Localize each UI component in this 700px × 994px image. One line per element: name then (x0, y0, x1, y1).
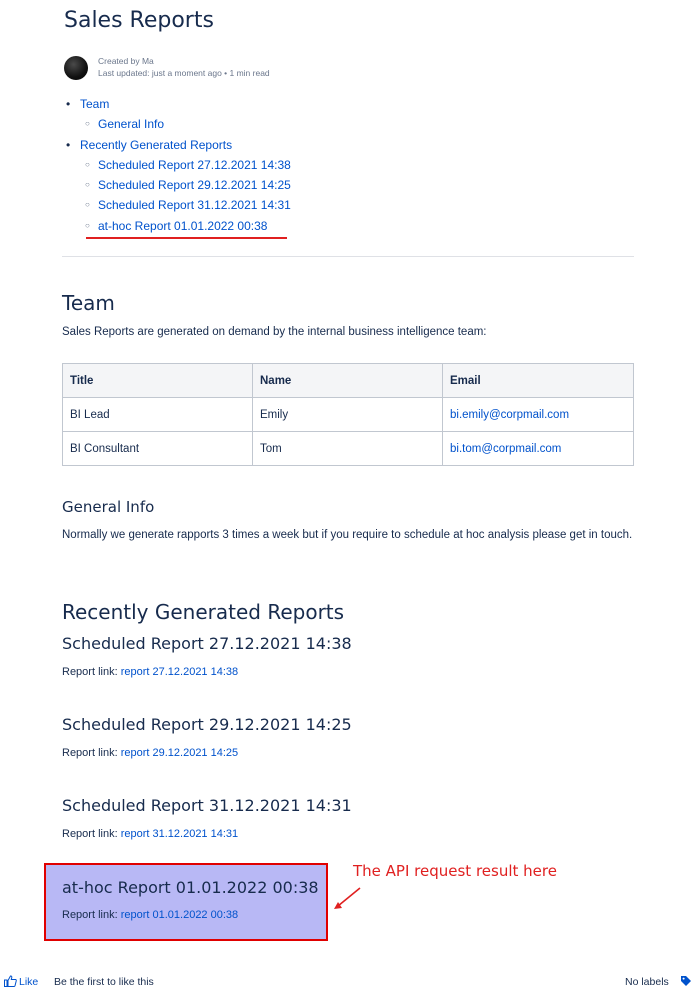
tag-icon[interactable] (680, 975, 692, 987)
table-header-row: Title Name Email (62, 363, 634, 398)
cell-name: Tom (252, 431, 443, 466)
team-table: Title Name Email BI Lead Emily bi.emily@… (62, 363, 634, 466)
cell-title: BI Consultant (62, 431, 253, 466)
annotation-text: The API request result here (353, 862, 557, 880)
report-link[interactable]: report 27.12.2021 14:38 (121, 666, 238, 678)
report-link-label: Report link: (62, 828, 121, 840)
report-link[interactable]: report 29.12.2021 14:25 (121, 747, 238, 759)
general-info-heading: General Info (62, 498, 155, 516)
report-link-label: Report link: (62, 747, 121, 759)
team-heading: Team (62, 291, 115, 315)
report-heading-highlighted: at-hoc Report 01.01.2022 00:38 (62, 878, 319, 897)
cell-title: BI Lead (62, 397, 253, 432)
divider (62, 256, 634, 257)
created-by: Created by Ma (98, 56, 154, 66)
report-link[interactable]: report 31.12.2021 14:31 (121, 828, 238, 840)
last-updated: Last updated: just a moment ago • 1 min … (98, 68, 270, 78)
header-title: Title (62, 363, 253, 398)
report-link-label: Report link: (62, 666, 121, 678)
report-link-line: Report link: report 31.12.2021 14:31 (62, 828, 238, 840)
email-link[interactable]: bi.emily@corpmail.com (450, 409, 569, 421)
cell-name: Emily (252, 397, 443, 432)
toc-link-recent-reports[interactable]: Recently Generated Reports (80, 138, 232, 152)
recent-reports-heading: Recently Generated Reports (62, 600, 345, 624)
page-title: Sales Reports (64, 8, 214, 33)
header-email: Email (442, 363, 634, 398)
table-row: BI Consultant Tom bi.tom@corpmail.com (62, 431, 634, 466)
toc-link-general-info[interactable]: General Info (98, 117, 164, 131)
report-link-line: Report link: report 01.01.2022 00:38 (62, 909, 238, 921)
report-link-line: Report link: report 29.12.2021 14:25 (62, 747, 238, 759)
general-info-text: Normally we generate rapports 3 times a … (62, 529, 633, 541)
report-heading: Scheduled Report 27.12.2021 14:38 (62, 634, 352, 653)
email-link[interactable]: bi.tom@corpmail.com (450, 443, 561, 455)
page-footer: Like Be the first to like this No labels (0, 972, 700, 992)
report-link-label: Report link: (62, 909, 121, 921)
highlight-box (44, 863, 328, 941)
avatar[interactable] (64, 56, 88, 80)
report-link[interactable]: report 01.01.2022 00:38 (121, 909, 238, 921)
toc-link-report-4[interactable]: at-hoc Report 01.01.2022 00:38 (98, 219, 267, 233)
toc-link-team[interactable]: Team (80, 97, 109, 111)
labels-status: No labels (625, 976, 669, 988)
red-underline-annotation (86, 237, 287, 239)
team-intro: Sales Reports are generated on demand by… (62, 326, 487, 338)
toc-link-report-3[interactable]: Scheduled Report 31.12.2021 14:31 (98, 198, 291, 212)
like-status: Be the first to like this (54, 976, 154, 988)
table-row: BI Lead Emily bi.emily@corpmail.com (62, 397, 634, 432)
annotation-arrow-icon (334, 887, 361, 909)
toc-link-report-2[interactable]: Scheduled Report 29.12.2021 14:25 (98, 178, 291, 192)
table-of-contents: Team General Info Recently Generated Rep… (62, 94, 462, 236)
header-name: Name (252, 363, 443, 398)
toc-link-report-1[interactable]: Scheduled Report 27.12.2021 14:38 (98, 158, 291, 172)
like-button[interactable]: Like (19, 976, 38, 988)
report-heading: Scheduled Report 29.12.2021 14:25 (62, 715, 352, 734)
thumbs-up-icon[interactable] (4, 975, 17, 987)
report-heading: Scheduled Report 31.12.2021 14:31 (62, 796, 352, 815)
report-link-line: Report link: report 27.12.2021 14:38 (62, 666, 238, 678)
